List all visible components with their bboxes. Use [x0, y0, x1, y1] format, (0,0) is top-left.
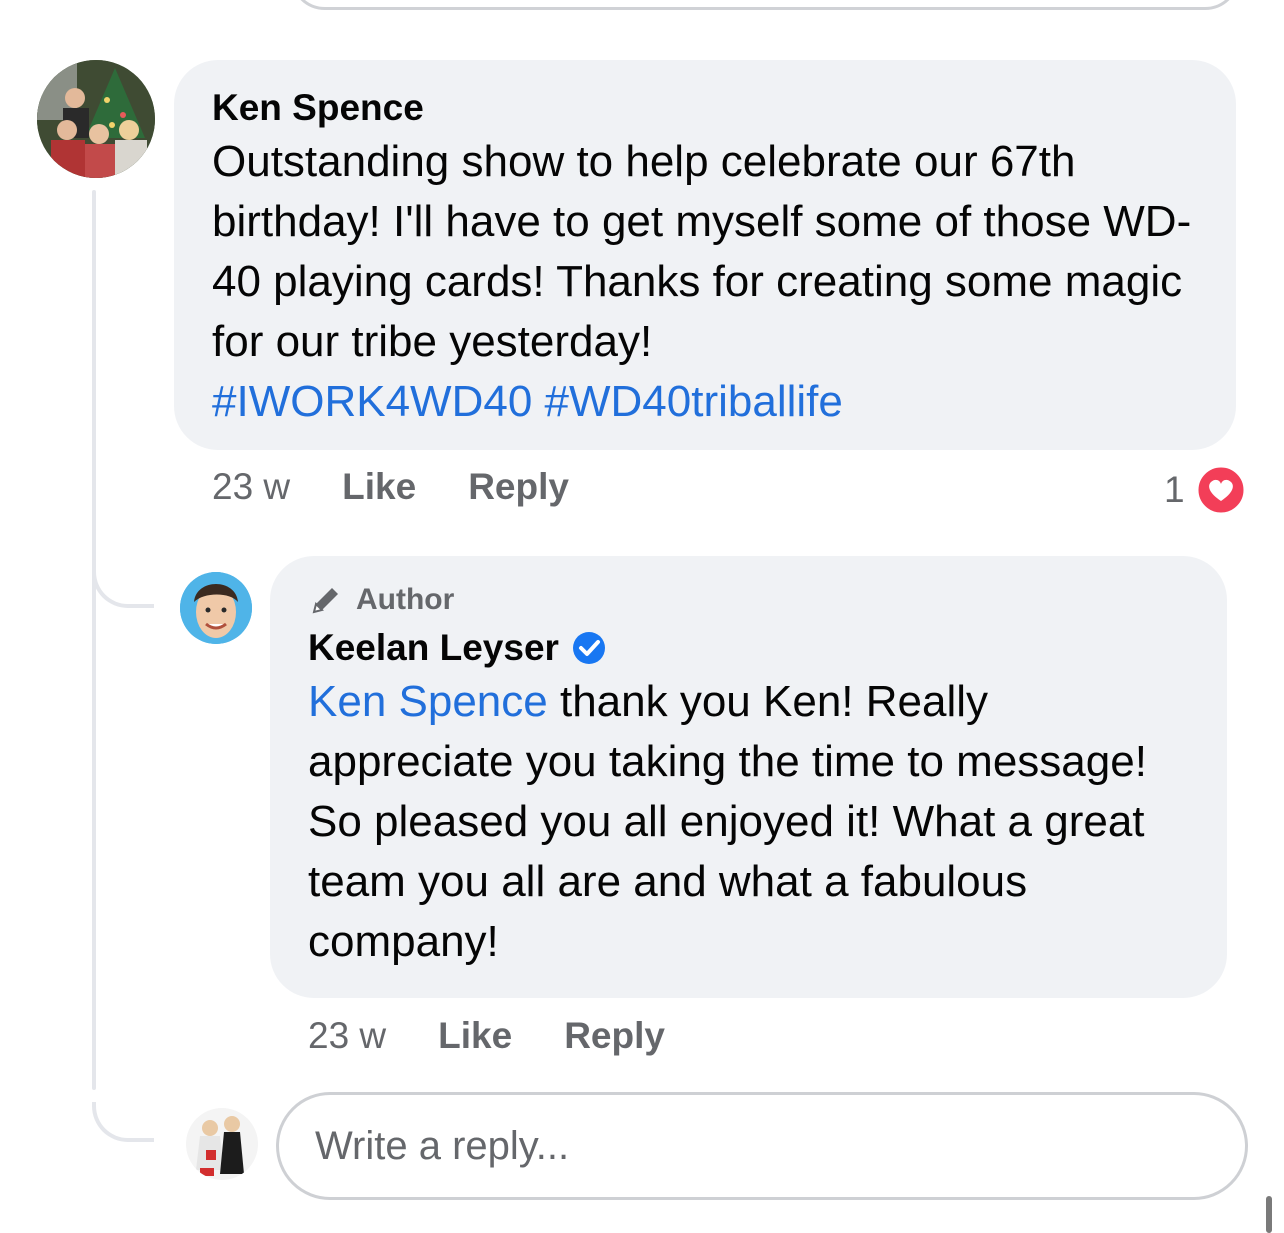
reply-actions: 23 w Like Reply	[308, 1015, 717, 1057]
thread-line	[92, 190, 96, 1090]
reply-input-placeholder: Write a reply...	[315, 1123, 570, 1168]
comment-actions: 23 w Like Reply	[212, 466, 621, 508]
heart-icon	[1195, 464, 1247, 516]
reply-input[interactable]: Write a reply...	[276, 1092, 1248, 1200]
thread-connector	[92, 568, 154, 608]
reaction-count: 1	[1164, 469, 1185, 510]
author-badge: Author	[308, 582, 1189, 618]
like-button[interactable]: Like	[342, 466, 416, 508]
avatar-photo	[37, 60, 155, 178]
hashtag-link[interactable]: #IWORK4WD40	[212, 377, 532, 426]
scrollbar[interactable]	[1266, 1196, 1272, 1233]
hashtag-link[interactable]: #WD40triballife	[545, 377, 843, 426]
reply-author-name[interactable]: Keelan Leyser	[308, 626, 559, 670]
avatar-photo	[180, 572, 252, 644]
commenter-avatar[interactable]	[37, 60, 155, 178]
current-user-avatar	[186, 1108, 258, 1180]
comment-bubble: Ken Spence Outstanding show to help cele…	[174, 60, 1236, 450]
author-badge-label: Author	[356, 583, 455, 616]
comment-body: Outstanding show to help celebrate our 6…	[212, 137, 1192, 366]
reply-bubble: Author Keelan Leyser Ken Spence thank yo…	[270, 556, 1227, 998]
verified-badge-icon	[572, 632, 605, 664]
pencil-icon	[312, 588, 338, 614]
like-button[interactable]: Like	[438, 1015, 512, 1057]
avatar-photo	[186, 1108, 258, 1180]
reply-button[interactable]: Reply	[468, 466, 569, 508]
reply-text: Ken Spence thank you Ken! Really appreci…	[308, 672, 1189, 972]
reply-button[interactable]: Reply	[564, 1015, 665, 1057]
comment-thread: Ken Spence Outstanding show to help cele…	[0, 0, 1284, 1233]
previous-reply-input[interactable]	[290, 0, 1240, 10]
reply-author-row: Keelan Leyser	[308, 626, 1189, 670]
reply-timestamp[interactable]: 23 w	[308, 1015, 386, 1057]
reaction-summary[interactable]: 1	[1164, 464, 1247, 516]
comment-text: Outstanding show to help celebrate our 6…	[212, 132, 1198, 432]
mention-link[interactable]: Ken Spence	[308, 677, 548, 726]
thread-connector	[92, 1102, 154, 1142]
comment-timestamp[interactable]: 23 w	[212, 466, 290, 508]
author-avatar[interactable]	[180, 572, 252, 644]
comment-author-name[interactable]: Ken Spence	[212, 86, 1198, 130]
